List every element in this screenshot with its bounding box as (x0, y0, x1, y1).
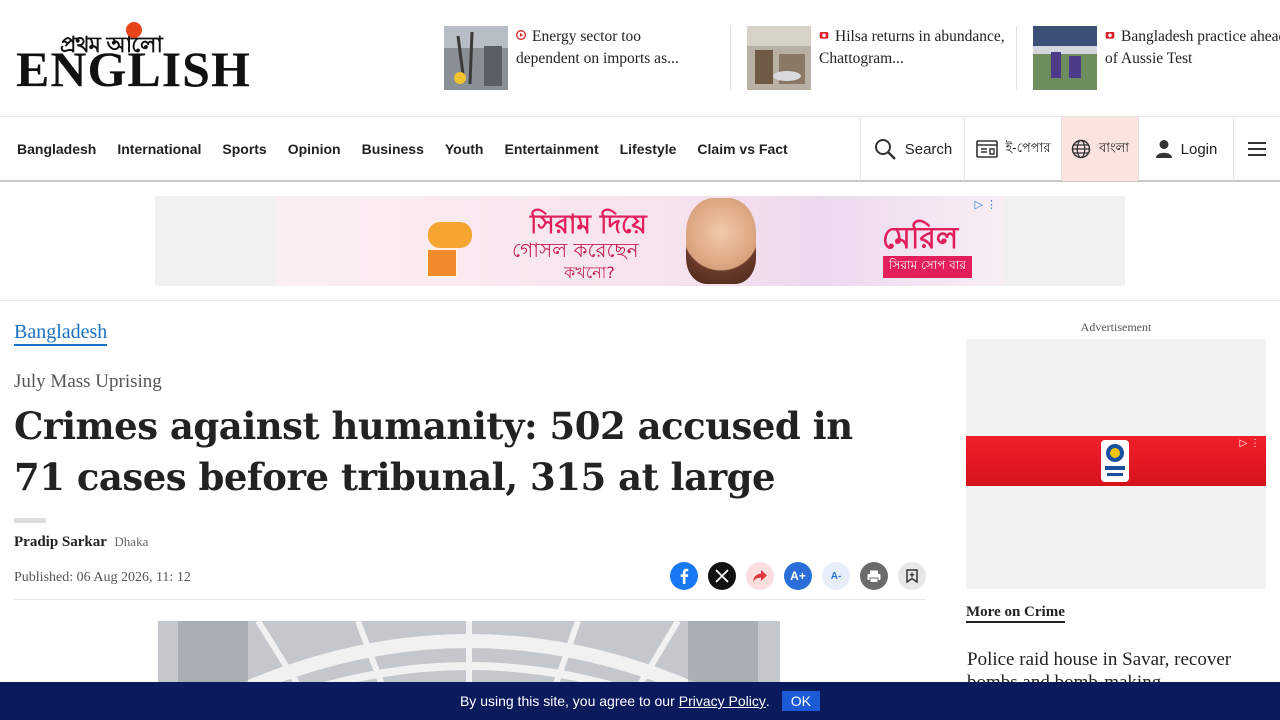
divider (14, 518, 46, 523)
cookie-ok-button[interactable]: OK (781, 691, 821, 711)
story-title: Hilsa returns in abundance, Chattogram..… (819, 28, 1005, 67)
top-story[interactable]: Bangladesh practice ahead of Aussie Test (1016, 26, 1280, 90)
story-thumbnail (444, 26, 508, 90)
nav-item-youth[interactable]: Youth (445, 141, 484, 157)
sidebar-story[interactable]: Police raid house in Savar, recover bomb… (967, 648, 1267, 684)
sidebar-ad[interactable]: ▷ ⋮ (966, 339, 1266, 589)
site-logo[interactable]: প্রথম আলো ENGLISH (16, 22, 250, 97)
top-header: প্রথম আলো ENGLISH Energy sector too depe… (0, 0, 1280, 116)
article-kicker: July Mass Uprising (14, 371, 162, 392)
logo-english: ENGLISH (16, 41, 251, 97)
author-name[interactable]: Pradip Sarkar (14, 534, 107, 550)
story-thumbnail (1033, 26, 1097, 90)
nav-item-opinion[interactable]: Opinion (288, 141, 341, 157)
x-twitter-icon[interactable] (708, 562, 736, 590)
share-toolbar: A+ A- (670, 562, 926, 590)
byline: Pradip Sarkar Dhaka (14, 534, 148, 551)
author-location: Dhaka (114, 534, 149, 549)
menu-button[interactable] (1233, 117, 1280, 181)
logo-sun-icon (126, 22, 142, 38)
hamburger-icon (1248, 142, 1266, 156)
camera-icon (819, 32, 829, 39)
ad-choices-icon[interactable]: ▷ ⋮ (1240, 438, 1260, 449)
nav-item-entertainment[interactable]: Entertainment (504, 141, 598, 157)
advertisement-label: Advertisement (1080, 320, 1152, 334)
ad-tag: সিরাম সোপ বার (883, 256, 972, 278)
privacy-policy-link[interactable]: Privacy Policy (679, 693, 766, 709)
facebook-icon[interactable] (670, 562, 698, 590)
nav-item-sports[interactable]: Sports (222, 141, 266, 157)
record-holder-badge (1101, 440, 1129, 482)
banner-ad-area: সিরাম দিয়ে গোসল করেছেন কখনো? মেরিল সিরা… (0, 182, 1280, 301)
nav-item-lifestyle[interactable]: Lifestyle (620, 141, 677, 157)
font-decrease-icon[interactable]: A- (822, 562, 850, 590)
cookie-consent-bar: By using this site, you agree to our Pri… (0, 682, 1280, 720)
user-icon (1155, 140, 1172, 158)
font-increase-icon[interactable]: A+ (784, 562, 812, 590)
print-icon[interactable] (860, 562, 888, 590)
model-image (686, 198, 756, 284)
search-icon (874, 139, 896, 160)
camera-icon (1105, 32, 1115, 39)
bangla-button[interactable]: বাংলা (1061, 117, 1138, 181)
nav-item-bangladesh[interactable]: Bangladesh (17, 141, 96, 157)
main-nav: Bangladesh International Sports Opinion … (0, 116, 1280, 182)
bookmark-icon[interactable] (898, 562, 926, 590)
cookie-text: By using this site, you agree to our (459, 693, 675, 709)
story-title: Energy sector too dependent on imports a… (516, 28, 679, 67)
soap-image (428, 222, 472, 248)
banner-ad[interactable]: সিরাম দিয়ে গোসল করেছেন কখনো? মেরিল সিরা… (155, 196, 1125, 286)
nav-item-business[interactable]: Business (362, 141, 424, 157)
nav-actions: Search ই-পেপার বাংলা Login (860, 117, 1280, 181)
epaper-button[interactable]: ই-পেপার (964, 117, 1061, 181)
newspaper-icon (975, 140, 998, 158)
ad-choices-icon[interactable]: ▷ ⋮ (974, 198, 997, 211)
story-title: Bangladesh practice ahead of Aussie Test (1105, 28, 1280, 67)
more-on-crime-heading[interactable]: More on Crime (966, 603, 1065, 623)
top-story[interactable]: Energy sector too dependent on imports a… (444, 26, 728, 90)
video-icon (516, 30, 526, 40)
article-divider (14, 599, 926, 600)
globe-icon (1071, 139, 1091, 159)
epaper-label: ই-পেপার (1005, 139, 1051, 155)
nav-menu: Bangladesh International Sports Opinion … (17, 117, 809, 181)
search-label: Search (904, 140, 953, 158)
top-stories: Energy sector too dependent on imports a… (444, 26, 1280, 90)
login-label: Login (1180, 140, 1218, 158)
nav-item-international[interactable]: International (117, 141, 201, 157)
cookie-suffix: . (765, 693, 770, 709)
story-thumbnail (747, 26, 811, 90)
share-icon[interactable] (746, 562, 774, 590)
soap-box-image (426, 248, 458, 278)
article-headline: Crimes against humanity: 502 accused in … (14, 404, 853, 499)
bangla-label: বাংলা (1098, 139, 1130, 155)
ad-question: কখনো? (564, 263, 615, 282)
top-story[interactable]: Hilsa returns in abundance, Chattogram..… (730, 26, 1014, 90)
search-button[interactable]: Search (860, 117, 964, 181)
login-button[interactable]: Login (1138, 117, 1233, 181)
section-link[interactable]: Bangladesh (14, 320, 108, 346)
published-date: Published: 06 Aug 2026, 11: 12 (14, 570, 191, 585)
banner-ad-creative[interactable]: সিরাম দিয়ে গোসল করেছেন কখনো? মেরিল সিরা… (276, 196, 1004, 286)
nav-item-claim-vs-fact[interactable]: Claim vs Fact (697, 141, 787, 157)
